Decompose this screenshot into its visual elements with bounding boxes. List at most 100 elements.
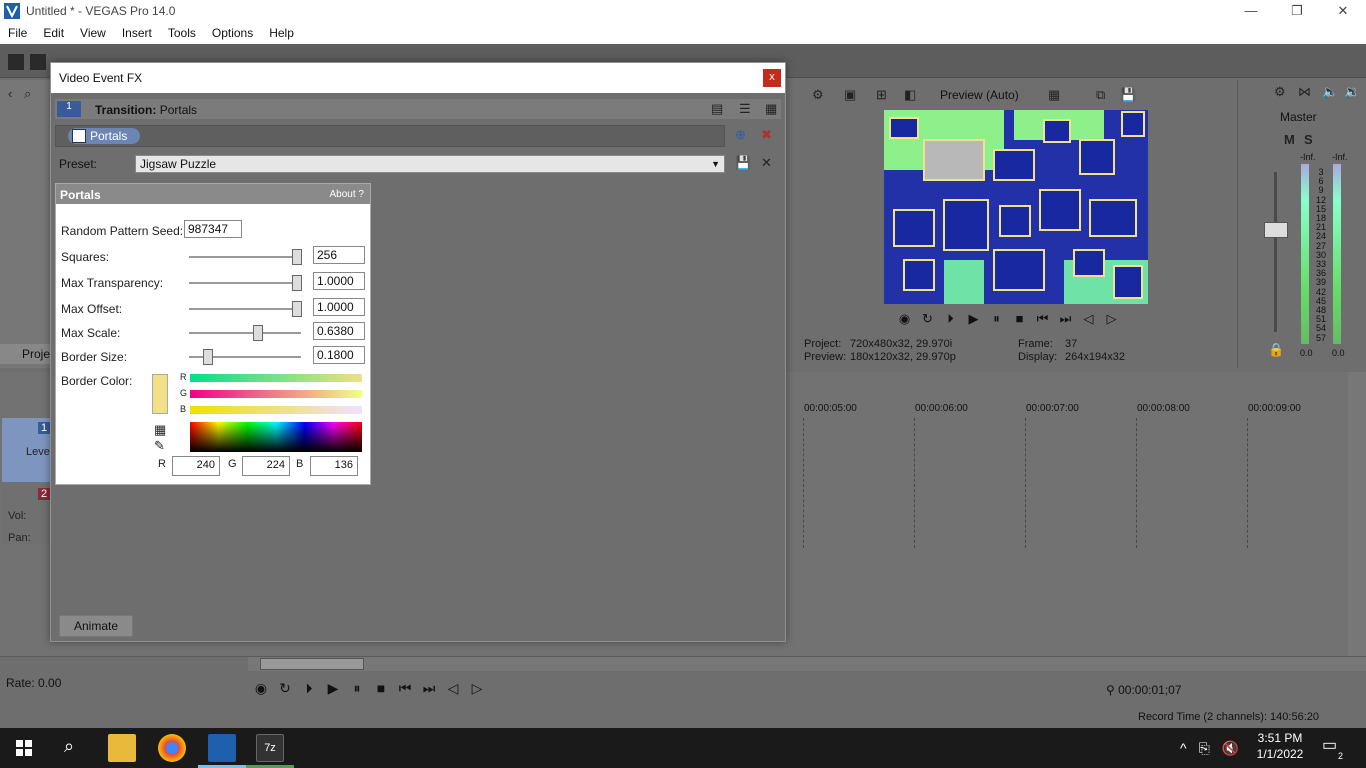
fx-chain-item-portals[interactable]: Portals: [68, 128, 140, 144]
restore-button[interactable]: ❐: [1274, 0, 1320, 22]
pause-icon[interactable]: ⏸: [988, 310, 1005, 327]
play-icon[interactable]: ▶: [965, 310, 982, 327]
save-snapshot-icon[interactable]: 💾: [1120, 87, 1136, 103]
color-spectrum-picker[interactable]: [190, 422, 362, 452]
blue-value-input[interactable]: 136: [310, 456, 358, 476]
close-window-button[interactable]: ✕: [1320, 0, 1366, 22]
delete-preset-icon[interactable]: ✕: [761, 155, 772, 171]
menu-file[interactable]: File: [0, 26, 35, 40]
param-value-input[interactable]: 1.0000: [313, 298, 365, 316]
menu-help[interactable]: Help: [261, 26, 302, 40]
menu-insert[interactable]: Insert: [114, 26, 160, 40]
red-slider[interactable]: [190, 374, 362, 382]
pause-icon[interactable]: ⏸: [348, 679, 366, 697]
param-slider-thumb[interactable]: [292, 301, 302, 317]
previous-frame-icon[interactable]: ◁: [444, 679, 462, 697]
green-slider[interactable]: [190, 390, 362, 398]
menu-tools[interactable]: Tools: [160, 26, 204, 40]
video-track-header[interactable]: 1 Leve: [2, 418, 52, 482]
external-monitor-icon[interactable]: ▣: [844, 87, 856, 103]
go-to-end-icon[interactable]: ⏭: [1057, 310, 1074, 327]
open-folder-icon[interactable]: [30, 54, 46, 70]
record-icon[interactable]: ◉: [896, 310, 913, 327]
fx-enabled-checkbox[interactable]: [72, 129, 86, 143]
param-value-input[interactable]: 0.1800: [313, 346, 365, 364]
menu-edit[interactable]: Edit: [35, 26, 72, 40]
network-icon[interactable]: ⎘: [1199, 740, 1210, 757]
about-link[interactable]: About ?: [330, 189, 364, 200]
overlay-icon[interactable]: ◧: [904, 87, 916, 103]
next-frame-icon[interactable]: ▷: [1103, 310, 1120, 327]
volume-muted-icon[interactable]: 🔇: [1222, 740, 1239, 757]
list-view-icon[interactable]: ▤: [711, 101, 723, 117]
taskbar-clock[interactable]: 3:51 PM 1/1/2022: [1250, 730, 1310, 762]
speaker-icon[interactable]: 🔈: [1322, 84, 1338, 100]
loop-playback-icon[interactable]: ↻: [919, 310, 936, 327]
vegas-taskbar-icon[interactable]: [208, 734, 236, 762]
play-icon[interactable]: ▶: [324, 679, 342, 697]
menu-view[interactable]: View: [72, 26, 114, 40]
back-icon[interactable]: ‹: [8, 86, 12, 102]
timeline-vertical-scrollbar[interactable]: [1348, 372, 1366, 672]
chevron-up-icon[interactable]: ^: [1180, 740, 1187, 757]
param-slider-track[interactable]: [189, 332, 301, 334]
preview-quality-select[interactable]: Preview (Auto): [940, 88, 1019, 102]
param-value-input[interactable]: 1.0000: [313, 272, 365, 290]
param-slider-track[interactable]: [189, 308, 301, 310]
param-slider-track[interactable]: [189, 282, 301, 284]
downmix-icon[interactable]: ⋈: [1298, 84, 1311, 100]
eyedropper-icon[interactable]: ✎: [154, 438, 165, 454]
dim-output-icon[interactable]: 🔉: [1344, 84, 1360, 100]
fx-dialog-close-button[interactable]: x: [763, 69, 781, 87]
animate-button[interactable]: Animate: [59, 615, 133, 637]
param-slider-thumb[interactable]: [292, 249, 302, 265]
scrollbar-thumb[interactable]: [260, 658, 364, 670]
file-explorer-icon[interactable]: [108, 734, 136, 762]
project-media-tab[interactable]: Proje: [0, 344, 52, 364]
blue-slider[interactable]: [190, 406, 362, 414]
record-icon[interactable]: ◉: [252, 679, 270, 697]
param-value-input[interactable]: 256: [313, 246, 365, 264]
new-project-icon[interactable]: [8, 54, 24, 70]
next-frame-icon[interactable]: ▷: [468, 679, 486, 697]
notifications-icon[interactable]: ▭: [1322, 738, 1337, 754]
param-value-input[interactable]: 0.6380: [313, 322, 365, 340]
seed-input[interactable]: 987347: [184, 220, 242, 238]
go-to-end-icon[interactable]: ⏭: [420, 679, 438, 697]
timeline-horizontal-scrollbar[interactable]: [248, 657, 1366, 671]
go-to-start-icon[interactable]: ⏮: [396, 679, 414, 697]
red-value-input[interactable]: 240: [172, 456, 220, 476]
play-from-start-icon[interactable]: ⏵: [300, 679, 318, 697]
param-slider-thumb[interactable]: [253, 325, 263, 341]
lock-fader-icon[interactable]: 🔒: [1268, 342, 1284, 358]
split-screen-icon[interactable]: ⊞: [876, 87, 887, 103]
master-fader-handle[interactable]: [1264, 222, 1288, 238]
grid-overlay-icon[interactable]: ▦: [1048, 87, 1060, 103]
color-picker-icon[interactable]: ▦: [154, 422, 166, 438]
search-icon[interactable]: ⌕: [24, 86, 31, 102]
copy-snapshot-icon[interactable]: ⧉: [1096, 87, 1105, 103]
stop-icon[interactable]: ■: [1011, 310, 1028, 327]
play-from-start-icon[interactable]: ⏵: [942, 310, 959, 327]
menu-options[interactable]: Options: [204, 26, 261, 40]
audio-track-header[interactable]: 2 Vol: Pan:: [2, 484, 52, 544]
param-slider-thumb[interactable]: [203, 349, 213, 365]
search-icon[interactable]: ⌕: [64, 737, 74, 755]
7zip-icon[interactable]: 7z: [256, 734, 284, 762]
windows-start-icon[interactable]: [16, 740, 32, 756]
loop-playback-icon[interactable]: ↻: [276, 679, 294, 697]
param-slider-track[interactable]: [189, 256, 301, 258]
save-preset-icon[interactable]: 💾: [735, 155, 751, 171]
preview-settings-gear-icon[interactable]: ⚙: [812, 87, 824, 103]
master-settings-gear-icon[interactable]: ⚙: [1274, 84, 1286, 100]
go-to-start-icon[interactable]: ⏮: [1034, 310, 1051, 327]
remove-plugin-icon[interactable]: ✖: [761, 127, 772, 143]
stop-icon[interactable]: ■: [372, 679, 390, 697]
green-value-input[interactable]: 224: [242, 456, 290, 476]
param-slider-thumb[interactable]: [292, 275, 302, 291]
master-solo-button[interactable]: S: [1304, 132, 1313, 148]
previous-frame-icon[interactable]: ◁: [1080, 310, 1097, 327]
add-plugin-icon[interactable]: ⊕: [735, 127, 746, 143]
grid-view-icon[interactable]: ☰: [739, 101, 751, 117]
chrome-icon[interactable]: [158, 734, 186, 762]
